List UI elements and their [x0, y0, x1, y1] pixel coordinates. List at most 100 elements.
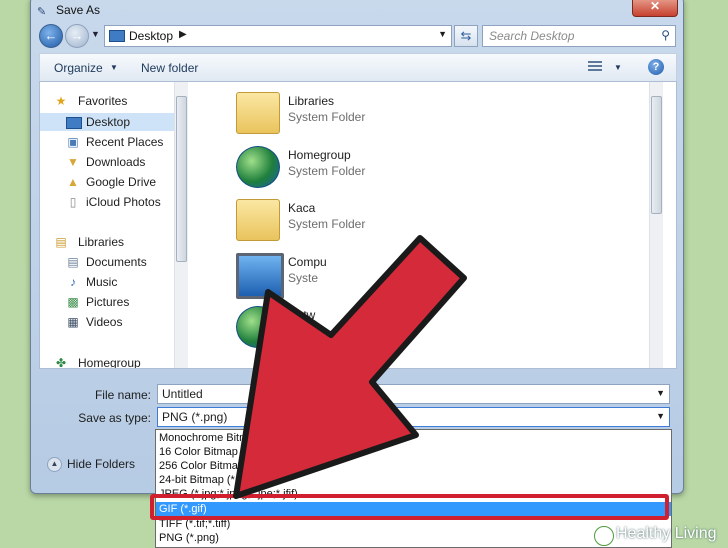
back-arrow-icon: ←	[44, 28, 58, 43]
type-option[interactable]: Monochrome Bitm	[156, 431, 671, 445]
sidebar-item-label: Music	[86, 275, 118, 289]
file-item-libraries[interactable]: Libraries System Folder	[236, 88, 596, 138]
organize-button[interactable]: Organize	[54, 61, 103, 75]
chevron-down-icon[interactable]: ▼	[656, 411, 665, 421]
file-type: Syste	[288, 271, 319, 285]
desktop-icon	[66, 117, 82, 129]
title-bar: ✎ Save As ✕	[31, 0, 683, 19]
documents-icon: ▤	[67, 255, 79, 269]
sidebar-item-pictures[interactable]: ▩ Pictures	[40, 293, 174, 311]
icloud-photos-icon: ▯	[69, 195, 77, 209]
sidebar-item-desktop[interactable]: Desktop	[40, 113, 174, 131]
file-type: System Folder	[288, 164, 366, 178]
file-list: Libraries System Folder Homegroup System…	[188, 82, 663, 368]
sidebar-item-downloads[interactable]: ▼ Downloads	[40, 153, 174, 171]
window-title: Save As	[56, 3, 101, 17]
breadcrumb-desktop[interactable]: Desktop	[129, 29, 173, 43]
chevron-down-icon[interactable]: ▼	[614, 63, 622, 72]
navigation-scrollbar[interactable]	[174, 82, 188, 368]
sidebar-item-label: Videos	[86, 315, 123, 329]
file-name-value: Untitled	[162, 387, 203, 401]
sidebar-item-videos[interactable]: ▦ Videos	[40, 313, 174, 331]
type-option[interactable]: 16 Color Bitmap (*	[156, 445, 671, 459]
sidebar-group-favorites[interactable]: ★ Favorites	[40, 92, 174, 110]
sidebar-item-label: Google Drive	[86, 175, 157, 189]
save-as-type-select[interactable]: PNG (*.png) ▼	[157, 407, 670, 427]
healthy-living-logo-icon	[594, 526, 614, 546]
file-name-field[interactable]: Untitled ▼	[157, 384, 670, 404]
network-icon	[236, 306, 280, 348]
watermark-text: Healthy Living	[616, 525, 717, 542]
computer-icon	[236, 253, 284, 299]
desktop-icon	[109, 30, 125, 42]
chevron-down-icon[interactable]: ▼	[656, 388, 665, 398]
sidebar-group-homegroup[interactable]: ✤ Homegroup	[40, 354, 174, 368]
navigation-pane: ★ Favorites Desktop ▣ Recent Places ▼ Do…	[40, 82, 176, 368]
recent-places-icon: ▣	[67, 135, 79, 149]
scrollbar-thumb[interactable]	[651, 96, 662, 214]
forward-arrow-icon: →	[70, 28, 84, 43]
type-option[interactable]: 24-bit Bitmap (*.	[156, 473, 671, 487]
star-icon: ★	[55, 94, 67, 108]
google-drive-icon: ▲	[67, 175, 79, 189]
command-bar: Organize ▼ New folder ▼ ?	[39, 53, 677, 83]
sidebar-item-label: Homegroup	[78, 356, 141, 368]
file-item-homegroup[interactable]: Homegroup System Folder	[236, 142, 596, 192]
file-name: Kaca	[288, 201, 316, 215]
homegroup-icon	[236, 146, 280, 188]
sidebar-item-icloud-photos[interactable]: ▯ iCloud Photos	[40, 193, 174, 211]
search-input[interactable]: Search Desktop ⚲	[482, 25, 676, 47]
file-name: Compu	[288, 255, 327, 269]
search-icon[interactable]: ⚲	[661, 28, 670, 42]
chevron-up-icon: ▲	[47, 457, 62, 472]
file-type: System Folder	[288, 217, 366, 231]
browser-panes: ★ Favorites Desktop ▣ Recent Places ▼ Do…	[39, 81, 677, 369]
scrollbar-thumb[interactable]	[176, 96, 187, 262]
file-item-network[interactable]: Netw Syste	[236, 302, 596, 352]
file-list-scrollbar[interactable]	[649, 82, 663, 368]
sidebar-item-label: Desktop	[86, 115, 131, 129]
sidebar-item-label: iCloud Photos	[86, 195, 161, 209]
file-item-user[interactable]: Kaca System Folder	[236, 195, 596, 245]
paint-app-icon: ✎	[37, 6, 47, 18]
search-placeholder: Search Desktop	[489, 29, 575, 43]
save-as-type-label: Save as type:	[78, 411, 151, 425]
hide-folders-label: Hide Folders	[67, 457, 136, 471]
downloads-icon: ▼	[67, 155, 79, 169]
sidebar-item-label: Recent Places	[86, 135, 164, 149]
libraries-icon: ▤	[55, 235, 67, 249]
back-button[interactable]: ←	[39, 24, 63, 48]
help-icon[interactable]: ?	[648, 59, 664, 75]
save-as-dialog: ✎ Save As ✕ ← → ▼ Desktop ▶ ▼ ⇆ Search D…	[30, 0, 684, 494]
sidebar-item-recent-places[interactable]: ▣ Recent Places	[40, 133, 174, 151]
sidebar-item-label: Downloads	[86, 155, 146, 169]
file-name: Libraries	[288, 94, 335, 108]
views-icon[interactable]	[588, 61, 602, 73]
refresh-button[interactable]: ⇆	[454, 25, 478, 47]
type-option[interactable]: 256 Color Bitmap	[156, 459, 671, 473]
file-name: Homegroup	[288, 148, 351, 162]
new-folder-button[interactable]: New folder	[141, 61, 198, 75]
sidebar-group-libraries[interactable]: ▤ Libraries	[40, 233, 174, 251]
file-item-computer[interactable]: Compu Syste	[236, 249, 596, 299]
close-icon: ✕	[649, 0, 661, 13]
save-as-type-value: PNG (*.png)	[162, 410, 228, 424]
sidebar-item-label: Documents	[86, 255, 147, 269]
address-dropdown-icon[interactable]: ▼	[438, 29, 447, 39]
sidebar-item-google-drive[interactable]: ▲ Google Drive	[40, 173, 174, 191]
address-bar[interactable]: Desktop ▶ ▼	[104, 25, 452, 47]
breadcrumb-chevron-icon[interactable]: ▶	[179, 29, 187, 40]
chevron-down-icon[interactable]: ▼	[110, 63, 118, 72]
sidebar-item-label: Libraries	[78, 235, 125, 249]
sidebar-item-label: Favorites	[78, 94, 128, 108]
sidebar-item-documents[interactable]: ▤ Documents	[40, 253, 174, 271]
close-button[interactable]: ✕	[632, 0, 678, 17]
videos-icon: ▦	[67, 315, 79, 329]
pictures-icon: ▩	[67, 295, 79, 309]
forward-button[interactable]: →	[65, 24, 89, 48]
sidebar-item-music[interactable]: ♪ Music	[40, 273, 174, 291]
file-type: System Folder	[288, 110, 366, 124]
recent-locations-dropdown[interactable]: ▼	[91, 29, 100, 39]
file-name: Netw	[288, 308, 316, 322]
user-folder-icon	[236, 199, 280, 241]
